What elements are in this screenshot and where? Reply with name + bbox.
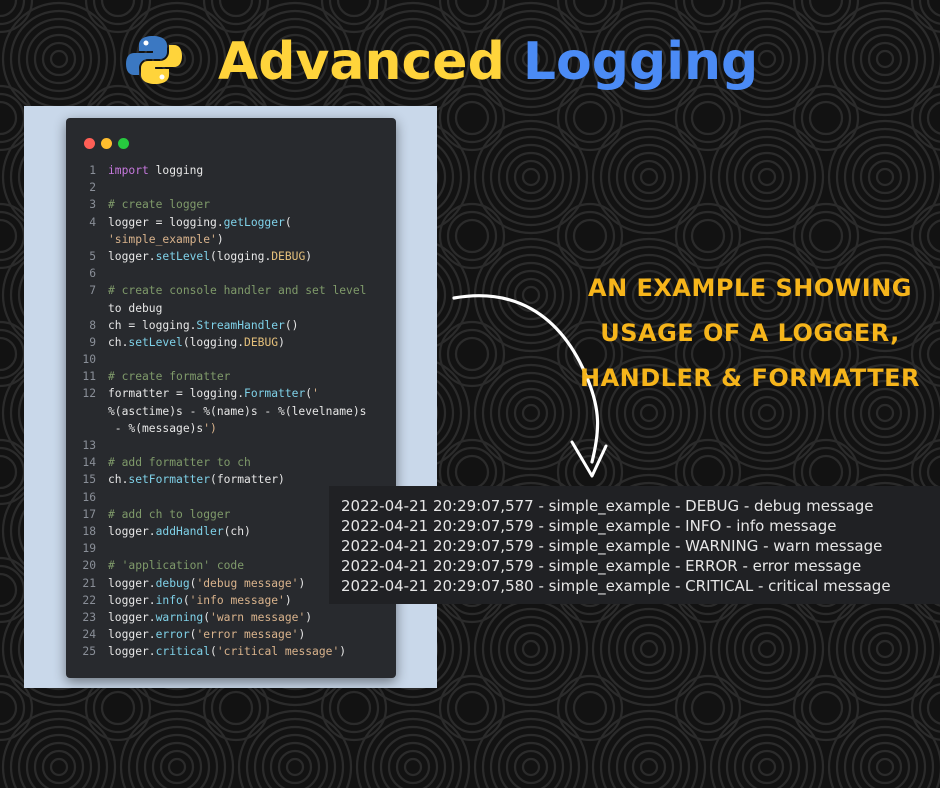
line-number: 2 xyxy=(89,181,96,195)
code-text: ch.setFormatter(formatter) xyxy=(108,473,285,487)
code-line: 23 logger.warning('warn message') xyxy=(66,609,396,626)
code-text: logger = logging.getLogger( xyxy=(108,215,292,229)
code-text: 'simple_example') xyxy=(108,232,224,246)
caption-line-1: AN EXAMPLE SHOWING xyxy=(588,274,912,302)
code-line: 25 logger.critical('critical message') xyxy=(66,643,396,660)
line-number xyxy=(66,403,96,420)
line-number: 20 xyxy=(82,559,96,573)
line-number: 24 xyxy=(82,628,96,642)
line-number: 13 xyxy=(82,439,96,452)
python-logo-icon xyxy=(126,36,182,84)
line-number: 25 xyxy=(82,645,96,659)
code-line: 'simple_example') xyxy=(66,231,396,248)
code-line: to debug xyxy=(66,300,396,317)
line-number: 15 xyxy=(82,473,96,487)
code-text: logger.critical('critical message') xyxy=(108,645,347,659)
line-number: 14 xyxy=(82,456,96,470)
terminal-line: 2022-04-21 20:29:07,579 - simple_example… xyxy=(341,557,862,575)
code-line: 8 ch = logging.StreamHandler() xyxy=(66,317,396,334)
line-number: 16 xyxy=(82,490,96,504)
maximize-dot-icon xyxy=(118,138,129,149)
code-line: 2 xyxy=(66,179,396,196)
caption: AN EXAMPLE SHOWING USAGE OF A LOGGER, HA… xyxy=(570,266,930,401)
title-logging: Logging xyxy=(522,32,759,92)
terminal-line: 2022-04-21 20:29:07,580 - simple_example… xyxy=(341,577,891,595)
line-number: 5 xyxy=(89,249,96,263)
line-number: 7 xyxy=(89,284,96,298)
line-number: 22 xyxy=(82,593,96,607)
code-text: - %(message)s') xyxy=(108,421,217,435)
line-number xyxy=(66,300,96,317)
code-text: # create logger xyxy=(108,198,211,212)
title-bar: Advanced Logging xyxy=(0,18,940,98)
code-text: logger.debug('debug message') xyxy=(108,576,306,590)
code-line: %(asctime)s - %(name)s - %(levelname)s xyxy=(66,403,396,420)
line-number: 9 xyxy=(89,335,96,349)
code-line: 6 xyxy=(66,265,396,282)
code-line: 13 xyxy=(66,437,396,454)
page-title: Advanced Logging xyxy=(218,30,758,94)
line-number: 18 xyxy=(82,524,96,538)
code-line: 9 ch.setLevel(logging.DEBUG) xyxy=(66,334,396,351)
caption-line-3: HANDLER & FORMATTER xyxy=(579,364,920,392)
code-text: ch.setLevel(logging.DEBUG) xyxy=(108,335,285,349)
line-number: 10 xyxy=(82,353,96,367)
line-number: 17 xyxy=(82,507,96,521)
code-line: 3 # create logger xyxy=(66,196,396,213)
code-text: logger.setLevel(logging.DEBUG) xyxy=(108,249,313,263)
code-line: 14 # add formatter to ch xyxy=(66,454,396,471)
code-text: # create console handler and set level xyxy=(108,284,367,298)
line-number: 12 xyxy=(82,387,96,401)
terminal-line: 2022-04-21 20:29:07,577 - simple_example… xyxy=(341,497,874,515)
line-number: 4 xyxy=(89,215,96,229)
code-line: 5 logger.setLevel(logging.DEBUG) xyxy=(66,248,396,265)
code-line: - %(message)s') xyxy=(66,420,396,437)
terminal-line: 2022-04-21 20:29:07,579 - simple_example… xyxy=(341,517,837,535)
code-text: logger.addHandler(ch) xyxy=(108,524,251,538)
line-number: 8 xyxy=(89,318,96,332)
line-number: 6 xyxy=(89,267,96,281)
close-dot-icon xyxy=(84,138,95,149)
line-number xyxy=(66,231,96,248)
code-line: 4 logger = logging.getLogger( xyxy=(66,214,396,231)
line-number: 21 xyxy=(82,576,96,590)
window-controls xyxy=(84,134,135,149)
code-text: formatter = logging.Formatter(' xyxy=(108,387,319,401)
minimize-dot-icon xyxy=(101,138,112,149)
line-number: 11 xyxy=(82,370,96,384)
code-line: 10 xyxy=(66,351,396,368)
title-advanced: Advanced xyxy=(218,32,505,92)
code-text: %(asctime)s - %(name)s - %(levelname)s xyxy=(108,404,367,418)
code-text: # 'application' code xyxy=(108,559,245,573)
line-number: 23 xyxy=(82,610,96,624)
code-text: # create formatter xyxy=(108,370,231,384)
code-line: 1 import logging xyxy=(66,162,396,179)
line-number: 19 xyxy=(82,542,96,556)
code-text: logger.warning('warn message') xyxy=(108,610,313,624)
code-text: to debug xyxy=(108,301,163,315)
caption-line-2: USAGE OF A LOGGER, xyxy=(600,319,900,347)
code-text: # add ch to logger xyxy=(108,507,231,521)
code-text: ch = logging.StreamHandler() xyxy=(108,318,299,332)
code-line: 11 # create formatter xyxy=(66,368,396,385)
line-number: 3 xyxy=(89,198,96,212)
terminal-output: 2022-04-21 20:29:07,577 - simple_example… xyxy=(329,486,940,604)
code-line: 7 # create console handler and set level xyxy=(66,282,396,299)
line-number: 1 xyxy=(89,164,96,177)
code-text: import logging xyxy=(108,164,204,177)
code-line: 24 logger.error('error message') xyxy=(66,626,396,643)
line-number xyxy=(66,420,96,437)
terminal-line: 2022-04-21 20:29:07,579 - simple_example… xyxy=(341,537,883,555)
code-line: 12 formatter = logging.Formatter(' xyxy=(66,385,396,402)
code-text: # add formatter to ch xyxy=(108,456,251,470)
code-text: logger.info('info message') xyxy=(108,593,292,607)
code-text: logger.error('error message') xyxy=(108,628,306,642)
